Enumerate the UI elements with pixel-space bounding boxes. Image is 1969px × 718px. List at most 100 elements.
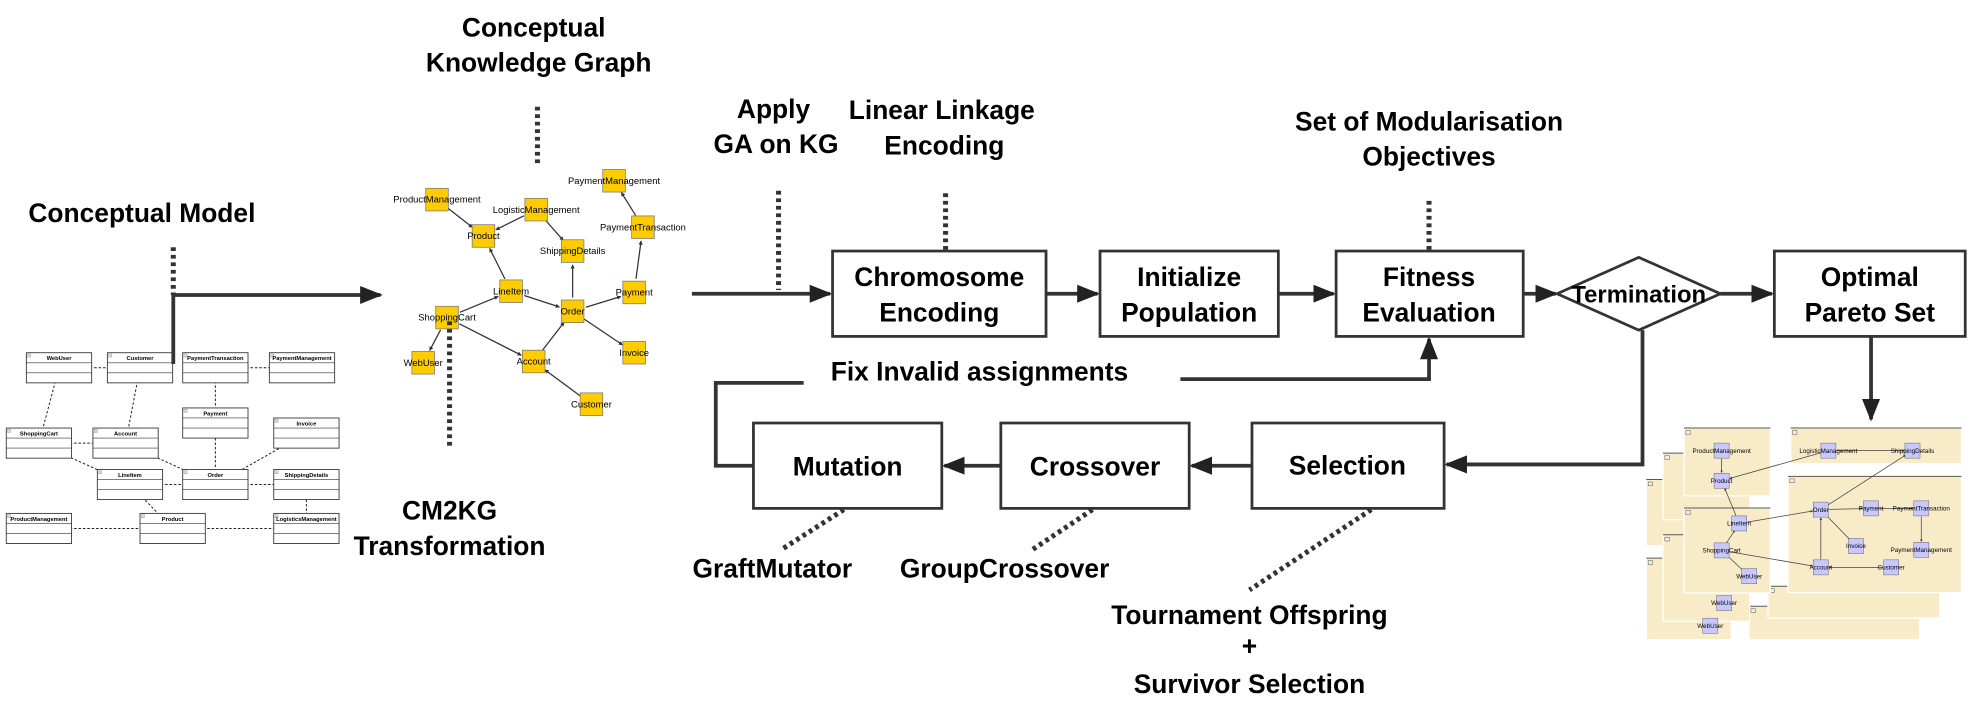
pareto-node-label: ProductManagement <box>1693 448 1751 455</box>
collapse-icon[interactable] <box>1647 560 1653 565</box>
pareto-node-label: Invoice <box>1846 543 1866 550</box>
kg-node: ProductManagement <box>393 187 481 212</box>
pareto-node-label: WebUser <box>1711 600 1737 607</box>
kg-edge <box>495 215 525 231</box>
class-icon <box>183 470 188 475</box>
collapse-icon[interactable] <box>1750 608 1756 613</box>
fix-invalid-label: Fix Invalid assignments <box>831 356 1128 386</box>
pareto-node-label: Product <box>1711 478 1733 485</box>
pareto-node-label: Customer <box>1878 565 1905 572</box>
collapse-icon[interactable] <box>1664 536 1670 542</box>
collapse-icon[interactable] <box>1792 430 1798 435</box>
kg-node: ShippingDetails <box>540 239 606 263</box>
pareto-node-label: PaymentTransaction <box>1893 506 1951 513</box>
pareto-node: Invoice <box>1846 538 1866 554</box>
step-mutation: Mutation <box>752 421 944 510</box>
uml-class-name: ShoppingCart <box>20 432 58 438</box>
kg-node-label: WebUser <box>404 357 443 368</box>
step-label: Pareto Set <box>1805 297 1936 327</box>
uml-class: PaymentManagement <box>268 352 336 384</box>
tournament-plus: + <box>1242 631 1257 661</box>
kg-node-label: LineItem <box>493 285 529 296</box>
pareto-node-label: ShippingDetails <box>1891 448 1935 455</box>
kg-node: Customer <box>571 392 612 416</box>
kg-node: Account <box>517 349 551 374</box>
uml-class-name: LogisticsManagement <box>276 517 337 523</box>
uml-class: WebUser <box>25 352 93 384</box>
step-label: Initialize <box>1137 262 1241 292</box>
kg-node: PaymentManagement <box>568 169 660 193</box>
kg-node-label: ShoppingCart <box>418 312 476 323</box>
collapse-icon[interactable] <box>1664 455 1670 460</box>
class-icon <box>274 419 279 423</box>
pareto-node-label: WebUser <box>1697 623 1723 630</box>
kg-node-label: ProductManagement <box>393 194 481 205</box>
group-crossover-label: GroupCrossover <box>900 553 1110 583</box>
class-icon <box>98 470 102 475</box>
kg-node-label: ShippingDetails <box>540 245 606 256</box>
step-crossover: Crossover <box>999 421 1191 510</box>
collapse-icon[interactable] <box>1685 430 1691 435</box>
uml-class-name: PaymentTransaction <box>187 356 244 362</box>
uml-class-name: Product <box>162 517 184 523</box>
linear-linkage-label: Linear Linkage <box>849 95 1035 125</box>
uml-class-name: WebUser <box>47 356 73 362</box>
apply-ga-label: Apply <box>737 94 811 124</box>
step-chromosome-encoding: Chromosome Encoding <box>831 249 1048 338</box>
step-label: Optimal <box>1821 262 1919 292</box>
kg-title-label-2: Knowledge Graph <box>426 48 652 78</box>
cm2kg-label-2: Transformation <box>354 531 546 561</box>
pareto-node-label: ShoppingCart <box>1702 548 1741 555</box>
objectives-label-2: Objectives <box>1362 142 1495 172</box>
uml-class: Product <box>139 512 206 544</box>
kg-node-label: Account <box>517 356 551 367</box>
collapse-icon[interactable] <box>1789 478 1795 483</box>
uml-class: ShoppingCart <box>5 427 73 459</box>
conceptual-model-uml: WebUser Customer PaymentTransaction Payment… <box>5 352 340 544</box>
uml-class-name: Account <box>114 432 137 438</box>
kg-node: Invoice <box>619 341 649 365</box>
collapse-icon[interactable] <box>1647 481 1653 487</box>
step-label: Termination <box>1571 282 1706 309</box>
kg-edge <box>541 321 565 351</box>
apply-ga-label-2: GA on KG <box>714 129 839 159</box>
uml-class: Order <box>182 469 249 501</box>
objectives-label: Set of Modularisation <box>1295 107 1563 137</box>
kg-node-label: Customer <box>571 398 612 409</box>
uml-class: Customer <box>106 352 174 384</box>
class-icon <box>27 353 31 358</box>
uml-class: Invoice <box>273 417 340 449</box>
pareto-node-label: Order <box>1813 507 1829 514</box>
pareto-panel <box>1790 427 1963 465</box>
kg-node: Payment <box>616 280 653 305</box>
kg-edge <box>459 295 499 313</box>
class-icon <box>141 514 145 518</box>
dotted-connectors <box>170 106 1432 593</box>
step-fitness-evaluation: Fitness Evaluation <box>1334 249 1525 338</box>
pareto-node-label: LineItem <box>1727 521 1751 528</box>
step-label: Encoding <box>879 297 999 327</box>
collapse-icon[interactable] <box>1685 510 1691 515</box>
kg-edge <box>447 207 473 228</box>
cm2kg-label: CM2KG <box>402 496 497 526</box>
kg-node: Order <box>561 299 585 323</box>
step-termination-decision: Termination <box>1553 255 1724 332</box>
uml-class-name: LineItem <box>118 473 142 479</box>
step-initialize-population: Initialize Population <box>1098 249 1280 338</box>
step-label: Selection <box>1289 450 1406 480</box>
class-icon <box>274 470 279 475</box>
step-label: Evaluation <box>1362 297 1495 327</box>
step-label: Fitness <box>1383 262 1475 292</box>
conceptual-model-label: Conceptual Model <box>28 198 255 228</box>
step-optimal-pareto-set: Optimal Pareto Set <box>1772 249 1967 338</box>
uml-class-name: ProductManagement <box>10 517 67 523</box>
uml-class: LogisticsManagement <box>273 512 340 544</box>
uml-class-name: Invoice <box>296 422 317 428</box>
class-icon <box>7 429 11 433</box>
class-icon <box>108 353 112 358</box>
kg-edge <box>620 192 637 216</box>
uml-class-name: Customer <box>127 356 155 362</box>
kg-node-label: PaymentTransaction <box>600 221 686 232</box>
uml-class: ProductManagement <box>5 512 73 544</box>
step-label: Crossover <box>1030 452 1160 482</box>
